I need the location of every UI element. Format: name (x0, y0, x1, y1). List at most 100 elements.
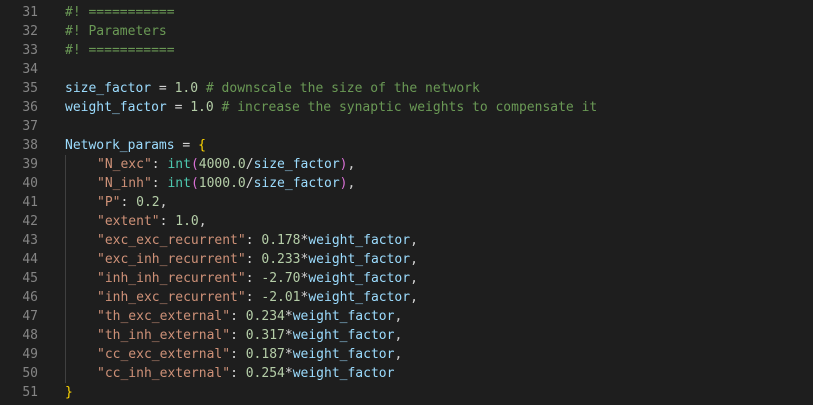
code-token: #! Parameters (65, 24, 167, 39)
code-line[interactable]: 41 "P": 0.2, (0, 193, 813, 212)
code-token: weight_factor (308, 233, 411, 248)
code-token: ( (190, 176, 199, 191)
code-line[interactable]: 31 #! =========== (0, 3, 813, 22)
code-content[interactable]: "th_exc_external": 0.234*weight_factor, (65, 307, 402, 326)
code-line[interactable]: 42 "extent": 1.0, (0, 212, 813, 231)
code-token: #! =========== (65, 5, 175, 20)
code-line[interactable]: 44 "exc_inh_recurrent": 0.233*weight_fact… (0, 250, 813, 269)
code-token: weight_factor (292, 328, 395, 343)
indent-guide (65, 250, 97, 269)
indent-guide (65, 364, 97, 383)
code-content[interactable]: "N_inh": int(1000.0/size_factor), (65, 174, 355, 193)
code-token: weight_factor (308, 271, 411, 286)
code-token: * (284, 366, 293, 381)
code-token: , (394, 328, 403, 343)
code-line[interactable]: 49 "cc_exc_external": 0.187*weight_factor… (0, 345, 813, 364)
line-number: 47 (22, 309, 38, 324)
code-line[interactable]: 37 (0, 117, 813, 136)
code-token: Network_params (65, 138, 175, 153)
code-token: : (245, 290, 262, 305)
code-line[interactable]: 45 "inh_inh_recurrent": -2.70*weight_fact… (0, 269, 813, 288)
code-token: , (410, 271, 418, 286)
code-content[interactable]: "inh_exc_recurrent": -2.01*weight_factor… (65, 288, 418, 307)
code-line[interactable]: 43 "exc_exc_recurrent": 0.178*weight_fact… (0, 231, 813, 250)
code-content[interactable]: "cc_inh_external": 0.254*weight_factor (65, 364, 394, 383)
code-token: , (347, 157, 356, 172)
code-token: "N_exc" (97, 157, 152, 172)
line-number: 46 (22, 290, 38, 305)
code-token: "N_inh" (97, 176, 152, 191)
code-token: : (120, 195, 137, 210)
code-content[interactable]: weight_factor = 1.0 # increase the synap… (65, 98, 597, 117)
code-content[interactable]: size_factor = 1.0 # downscale the size o… (65, 79, 480, 98)
indent-guide (65, 345, 97, 364)
code-line[interactable]: 48 "th_inh_external": 0.317*weight_factor… (0, 326, 813, 345)
line-number: 32 (22, 24, 38, 39)
code-token: * (284, 309, 293, 324)
code-editor[interactable]: 31 #! =========== 32 #! Parameters 33 #! ====… (0, 3, 813, 402)
code-token: weight_factor (292, 366, 395, 381)
code-token: "exc_inh_recurrent" (97, 252, 246, 267)
code-token: * (284, 347, 293, 362)
code-content[interactable]: #! =========== (65, 41, 175, 60)
code-token: , (410, 290, 418, 305)
code-token: 0.187 (245, 347, 285, 362)
code-line[interactable]: 35 size_factor = 1.0 # downscale the size… (0, 79, 813, 98)
code-content[interactable]: "inh_inh_recurrent": -2.70*weight_factor… (65, 269, 418, 288)
indent-guide (65, 212, 97, 231)
code-token: , (347, 176, 356, 191)
code-token: # downscale the size of the network (198, 81, 480, 96)
code-line[interactable]: 47 "th_exc_external": 0.234*weight_factor… (0, 307, 813, 326)
code-token: , (394, 347, 403, 362)
line-number: 41 (22, 195, 38, 210)
code-token: 1000.0 (198, 176, 246, 191)
code-content[interactable]: "th_inh_external": 0.317*weight_factor, (65, 326, 402, 345)
code-content[interactable]: "cc_exc_external": 0.187*weight_factor, (65, 345, 402, 364)
code-token: 1.0 (174, 81, 199, 96)
code-content[interactable]: "exc_exc_recurrent": 0.178*weight_factor… (65, 231, 418, 250)
code-token: 0.178 (261, 233, 301, 248)
code-token: int (167, 176, 191, 191)
code-content[interactable]: #! Parameters (65, 22, 167, 41)
code-line[interactable]: 38 Network_params = { (0, 136, 813, 155)
code-line[interactable]: 36 weight_factor = 1.0 # increase the syn… (0, 98, 813, 117)
code-token: weight_factor (65, 100, 167, 115)
indent-guide (65, 193, 97, 212)
code-line[interactable]: 40 "N_inh": int(1000.0/size_factor), (0, 174, 813, 193)
code-token: , (159, 195, 168, 210)
code-line[interactable]: 34 (0, 60, 813, 79)
code-content[interactable]: #! =========== (65, 3, 175, 22)
code-token: : (245, 271, 262, 286)
code-content[interactable]: Network_params = { (65, 136, 206, 155)
line-number: 33 (22, 43, 38, 58)
code-token: "th_exc_external" (97, 309, 231, 324)
code-token: int (167, 157, 191, 172)
code-line[interactable]: 39 "N_exc": int(4000.0/size_factor), (0, 155, 813, 174)
code-token: 4000.0 (198, 157, 246, 172)
code-content[interactable]: "exc_inh_recurrent": 0.233*weight_factor… (65, 250, 418, 269)
line-number: 45 (22, 271, 38, 286)
code-content[interactable]: } (65, 383, 73, 402)
code-token: : (151, 176, 168, 191)
code-line[interactable]: 50 "cc_inh_external": 0.254*weight_factor (0, 364, 813, 383)
code-line[interactable]: 33 #! =========== (0, 41, 813, 60)
indent-guide (65, 269, 97, 288)
code-content[interactable]: "extent": 1.0, (65, 212, 207, 231)
code-line[interactable]: 46 "inh_exc_recurrent": -2.01*weight_fact… (0, 288, 813, 307)
code-content[interactable]: "P": 0.2, (65, 193, 167, 212)
code-content[interactable]: "N_exc": int(4000.0/size_factor), (65, 155, 355, 174)
line-number: 50 (22, 366, 38, 381)
line-number: 42 (22, 214, 38, 229)
code-line[interactable]: 32 #! Parameters (0, 22, 813, 41)
code-token: 0.234 (245, 309, 285, 324)
code-token: size_factor (253, 176, 340, 191)
code-token: size_factor (253, 157, 340, 172)
code-token: } (65, 385, 73, 400)
code-token: 0.317 (245, 328, 285, 343)
code-token: , (394, 309, 403, 324)
code-token: weight_factor (308, 290, 411, 305)
code-line[interactable]: 51} (0, 383, 813, 402)
line-number: 31 (22, 5, 38, 20)
code-token: { (198, 138, 206, 153)
line-number: 37 (22, 119, 38, 134)
